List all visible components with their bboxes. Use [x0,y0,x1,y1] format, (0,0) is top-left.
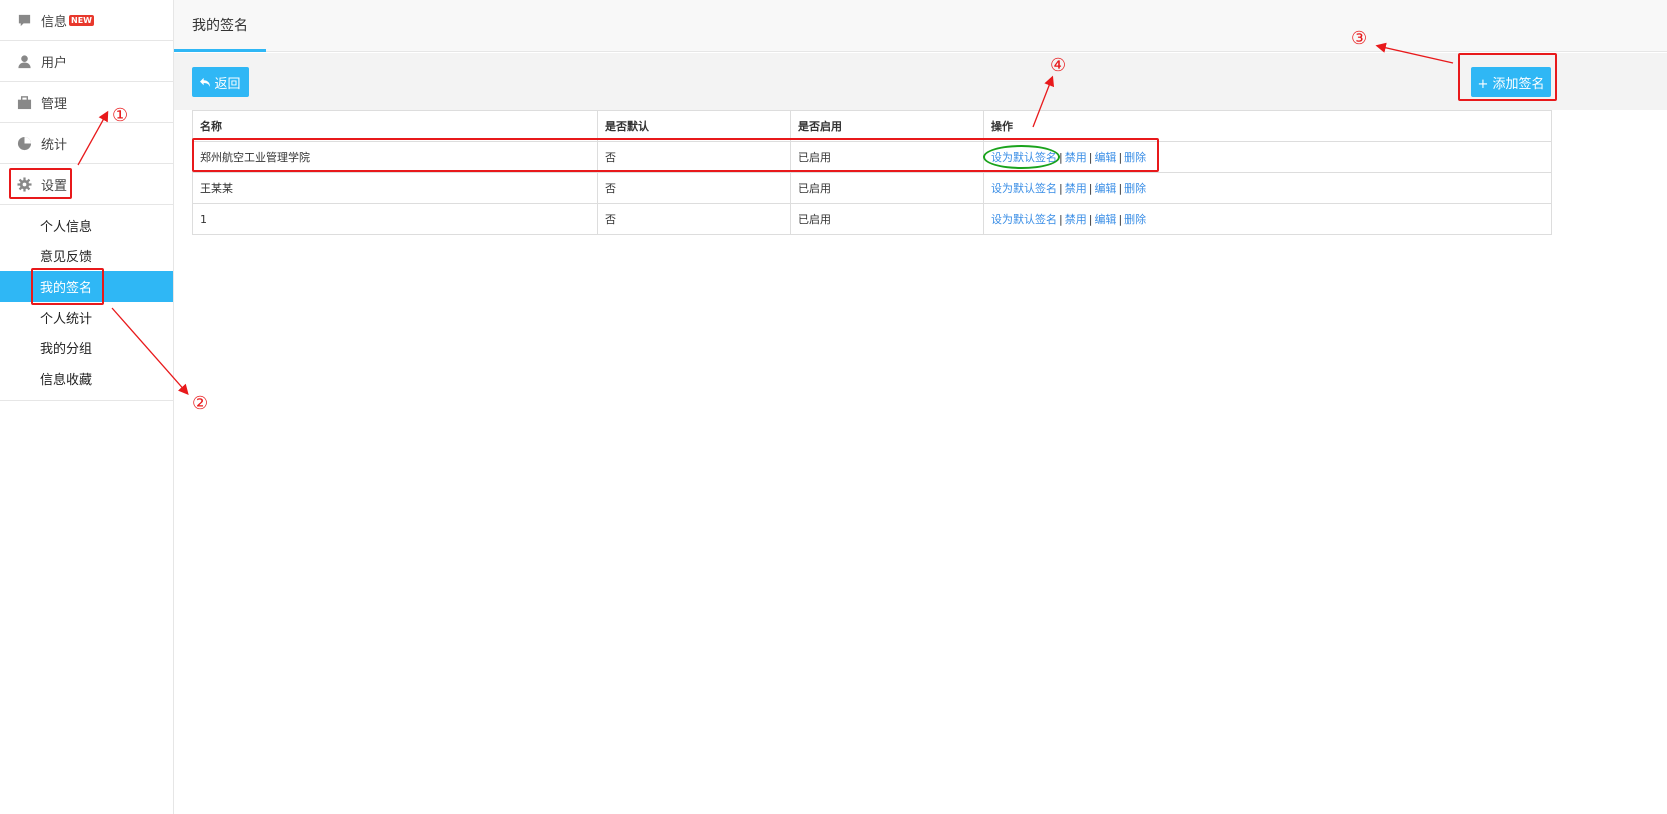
cell-default: 否 [597,172,791,204]
tab-my-signature[interactable]: 我的签名 [174,0,266,52]
disable-link[interactable]: 禁用 [1065,151,1087,164]
edit-link[interactable]: 编辑 [1094,213,1116,226]
cell-name: 王某某 [192,172,598,204]
disable-link[interactable]: 禁用 [1065,213,1087,226]
delete-link[interactable]: 删除 [1124,213,1146,226]
sub-item-feedback[interactable]: 意见反馈 [0,241,173,272]
set-default-link[interactable]: 设为默认签名 [991,151,1057,164]
sub-item-my-groups[interactable]: 我的分组 [0,332,173,363]
separator: | [1118,182,1123,195]
separator: | [1059,182,1063,195]
sub-item-favorites[interactable]: 信息收藏 [0,363,173,394]
column-header-default: 是否默认 [597,110,791,142]
cell-actions: 设为默认签名 | 禁用 | 编辑 | 删除 [983,172,1552,204]
nav-item-label: 设置 [41,178,68,194]
back-button-label: 返回 [214,76,241,92]
page-header: 我的签名 [174,0,1667,52]
nav-item-manage[interactable]: 管理 [0,82,173,123]
annotation-number-1: ① [112,105,129,126]
nav-item-messages[interactable]: 信息 NEW [0,0,173,41]
nav-item-label: 管理 [41,96,68,112]
cell-enabled: 已启用 [790,172,984,204]
separator: | [1118,213,1123,226]
chat-icon [18,14,31,26]
cell-actions: 设为默认签名 | 禁用 | 编辑 | 删除 [983,203,1552,235]
separator: | [1059,213,1063,226]
cell-enabled: 已启用 [790,203,984,235]
nav-item-settings[interactable]: 设置 [0,164,173,205]
delete-link[interactable]: 删除 [1124,151,1146,164]
nav-item-label: 信息 [41,14,68,30]
cell-name: 1 [192,203,598,235]
nav-item-label: 统计 [41,137,68,153]
column-header-actions: 操作 [983,110,1552,142]
cell-default: 否 [597,141,791,173]
cell-default: 否 [597,203,791,235]
disable-link[interactable]: 禁用 [1065,182,1087,195]
sidebar: 信息 NEW 用户 管理 统计 设置 个人信息 意见反馈 我的签名 个人统计 我… [0,0,174,814]
cell-enabled: 已启用 [790,141,984,173]
briefcase-icon [17,95,32,109]
toolbar: 返回 + 添加签名 [174,53,1667,110]
cell-actions: 设为默认签名 | 禁用 | 编辑 | 删除 [983,141,1552,173]
edit-link[interactable]: 编辑 [1094,151,1116,164]
column-header-name: 名称 [192,110,598,142]
annotation-number-4: ④ [1050,55,1067,76]
user-icon [18,54,31,68]
pie-chart-icon [17,136,32,150]
cell-name: 郑州航空工业管理学院 [192,141,598,173]
annotation-number-3: ③ [1351,28,1368,49]
back-button[interactable]: 返回 [192,67,249,97]
edit-link[interactable]: 编辑 [1094,182,1116,195]
gear-icon [17,176,32,192]
delete-link[interactable]: 删除 [1124,182,1146,195]
nav-item-users[interactable]: 用户 [0,41,173,82]
sub-item-personal-stats[interactable]: 个人统计 [0,302,173,333]
table-row: 王某某 否 已启用 设为默认签名 | 禁用 | 编辑 | 删除 [192,172,1552,204]
nav-item-label: 用户 [41,55,68,71]
separator: | [1118,151,1123,164]
sub-item-my-signature[interactable]: 我的签名 [0,271,173,302]
undo-icon [200,77,211,87]
set-default-link[interactable]: 设为默认签名 [991,213,1057,226]
annotation-number-2: ② [192,393,209,414]
add-signature-button[interactable]: + 添加签名 [1471,67,1551,97]
sub-item-profile[interactable]: 个人信息 [0,210,173,241]
settings-submenu: 个人信息 意见反馈 我的签名 个人统计 我的分组 信息收藏 [0,205,173,401]
column-header-enabled: 是否启用 [790,110,984,142]
table-header-row: 名称 是否默认 是否启用 操作 [192,110,1552,142]
set-default-link[interactable]: 设为默认签名 [991,182,1057,195]
table-row: 郑州航空工业管理学院 否 已启用 设为默认签名 | 禁用 | 编辑 | 删除 [192,141,1552,173]
table-row: 1 否 已启用 设为默认签名 | 禁用 | 编辑 | 删除 [192,203,1552,235]
nav-item-stats[interactable]: 统计 [0,123,173,164]
separator: | [1059,151,1063,164]
signature-table: 名称 是否默认 是否启用 操作 郑州航空工业管理学院 否 已启用 设为默认签名 |… [192,110,1552,235]
new-badge: NEW [69,14,94,26]
